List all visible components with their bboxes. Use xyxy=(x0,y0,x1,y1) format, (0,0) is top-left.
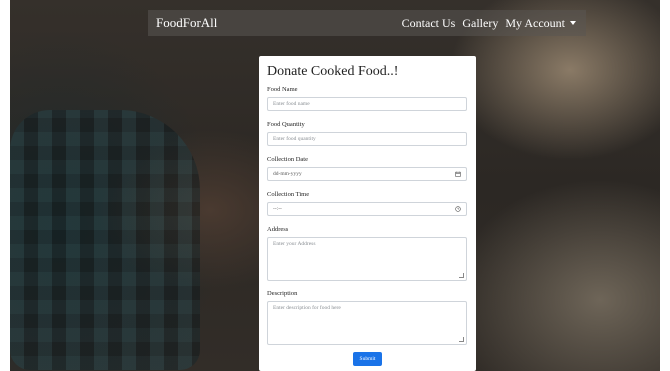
collection-date-label: Collection Date xyxy=(267,156,308,163)
description-label: Description xyxy=(267,290,298,297)
nav-my-account-label: My Account xyxy=(505,16,565,30)
clock-icon[interactable] xyxy=(455,206,461,212)
resize-handle-icon[interactable] xyxy=(459,273,464,278)
address-label: Address xyxy=(267,226,289,233)
page-frame-left xyxy=(0,0,10,371)
collection-time-input[interactable]: --:-- xyxy=(267,202,467,216)
caret-down-icon xyxy=(570,21,576,25)
calendar-icon[interactable] xyxy=(455,171,461,177)
collection-date-input[interactable]: dd-mm-yyyy xyxy=(267,167,467,181)
collection-time-label: Collection Time xyxy=(267,191,310,198)
address-placeholder: Enter your Address xyxy=(273,241,316,247)
resize-handle-icon[interactable] xyxy=(459,337,464,342)
collection-time-placeholder: --:-- xyxy=(273,206,282,212)
navbar: FoodForAll Contact Us Gallery My Account xyxy=(148,10,586,36)
description-textarea[interactable]: Enter description for food here xyxy=(267,301,467,345)
food-name-placeholder: Enter food name xyxy=(273,101,310,107)
address-textarea[interactable]: Enter your Address xyxy=(267,237,467,281)
nav-my-account[interactable]: My Account xyxy=(505,16,576,31)
description-placeholder: Enter description for food here xyxy=(273,305,341,311)
nav-gallery[interactable]: Gallery xyxy=(462,16,498,31)
form-title: Donate Cooked Food..! xyxy=(267,64,399,79)
submit-button[interactable]: Submit xyxy=(353,352,382,366)
donate-form-card: Donate Cooked Food..! Food Name Enter fo… xyxy=(259,56,476,371)
collection-date-placeholder: dd-mm-yyyy xyxy=(273,171,302,177)
background-plaid-sleeve xyxy=(10,110,200,370)
food-quantity-input[interactable]: Enter food quantity xyxy=(267,132,467,146)
food-name-input[interactable]: Enter food name xyxy=(267,97,467,111)
food-quantity-placeholder: Enter food quantity xyxy=(273,136,316,142)
brand-logo[interactable]: FoodForAll xyxy=(156,15,217,31)
nav-links: Contact Us Gallery My Account xyxy=(402,16,576,31)
page-frame-right xyxy=(660,0,670,371)
food-quantity-label: Food Quantity xyxy=(267,121,305,128)
food-name-label: Food Name xyxy=(267,86,298,93)
nav-contact-us[interactable]: Contact Us xyxy=(402,16,456,31)
